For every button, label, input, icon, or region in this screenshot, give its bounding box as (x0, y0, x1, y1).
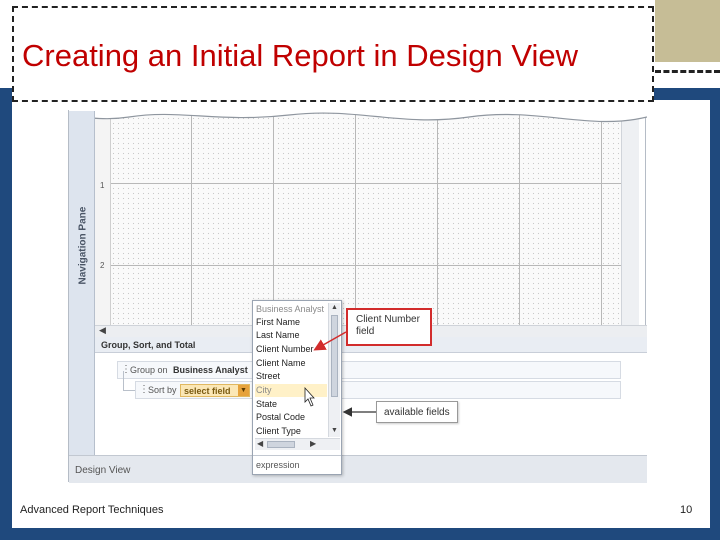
footer-text: Advanced Report Techniques (20, 504, 164, 516)
available-fields-callout: available fields (376, 401, 458, 423)
group-connector-line (123, 371, 135, 391)
available-fields-callout-text: available fields (384, 407, 450, 418)
sort-field-select[interactable]: select field ▼ (180, 384, 250, 397)
field-option[interactable]: State (255, 398, 327, 411)
group-on-label: Group on (130, 365, 168, 375)
sort-level-row[interactable]: ⋮ Sort by select field ▼ (135, 381, 621, 399)
field-option-client-number[interactable]: Client Number (255, 343, 327, 356)
group-sort-total-pane: ⋮ Group on Business Analyst ⋮ Sort by se… (95, 353, 647, 455)
field-option[interactable]: First Name (255, 316, 327, 329)
sort-by-label: Sort by (148, 385, 177, 395)
field-list-vertical-scrollbar[interactable]: ▲ ▼ (328, 303, 340, 437)
torn-edge-decoration (69, 103, 647, 123)
field-option-highlighted[interactable]: City (255, 384, 327, 397)
scroll-left-icon[interactable]: ◀ (99, 325, 106, 336)
access-screenshot: 1 2 Navigation Pane ◀ Group, Sort, and T… (68, 103, 647, 483)
field-option[interactable]: Client Name (255, 357, 327, 370)
group-on-field[interactable]: Business Analyst (173, 365, 248, 375)
group-level-row[interactable]: ⋮ Group on Business Analyst (117, 361, 621, 379)
ruler-number: 2 (100, 261, 105, 270)
field-option[interactable]: Business Analyst (255, 303, 327, 316)
dropdown-separator (253, 455, 341, 456)
scrollbar-thumb[interactable] (267, 441, 295, 448)
scrollbar-thumb[interactable] (331, 315, 338, 397)
status-view-label: Design View (75, 465, 131, 476)
field-list-horizontal-scrollbar[interactable]: ◀ ▶ (255, 438, 340, 450)
decorative-accent-bar (655, 0, 720, 62)
decorative-dashed-line (655, 70, 720, 73)
expression-option[interactable]: expression (256, 460, 300, 470)
navigation-pane[interactable]: Navigation Pane (69, 111, 95, 455)
scroll-up-icon[interactable]: ▲ (331, 304, 338, 311)
group-sort-total-title: Group, Sort, and Total (101, 340, 196, 350)
ruler-number: 1 (100, 181, 105, 190)
scroll-right-icon[interactable]: ▶ (310, 439, 316, 448)
field-option[interactable]: Street (255, 370, 327, 383)
field-option[interactable]: Postal Code (255, 411, 327, 424)
field-option[interactable]: Client Type (255, 425, 327, 438)
report-design-grid (111, 111, 621, 325)
page-number: 10 (680, 504, 693, 516)
sort-field-value: select field (184, 386, 231, 396)
scroll-left-icon[interactable]: ◀ (257, 439, 263, 448)
slide-title: Creating an Initial Report in Design Vie… (22, 38, 579, 73)
design-vertical-scrollbar[interactable] (621, 111, 639, 325)
client-number-callout: Client Number field (346, 308, 432, 346)
scroll-down-icon[interactable]: ▼ (331, 427, 338, 434)
vertical-ruler: 1 2 (95, 111, 111, 325)
client-number-callout-text: Client Number field (356, 314, 420, 337)
navigation-pane-label: Navigation Pane (77, 206, 89, 285)
dropdown-arrow-icon[interactable]: ▼ (238, 385, 249, 396)
title-placeholder: Creating an Initial Report in Design Vie… (12, 6, 654, 102)
status-bar: Design View (69, 455, 647, 483)
field-list-dropdown[interactable]: Business Analyst First Name Last Name Cl… (252, 300, 342, 475)
field-option[interactable]: Last Name (255, 329, 327, 342)
